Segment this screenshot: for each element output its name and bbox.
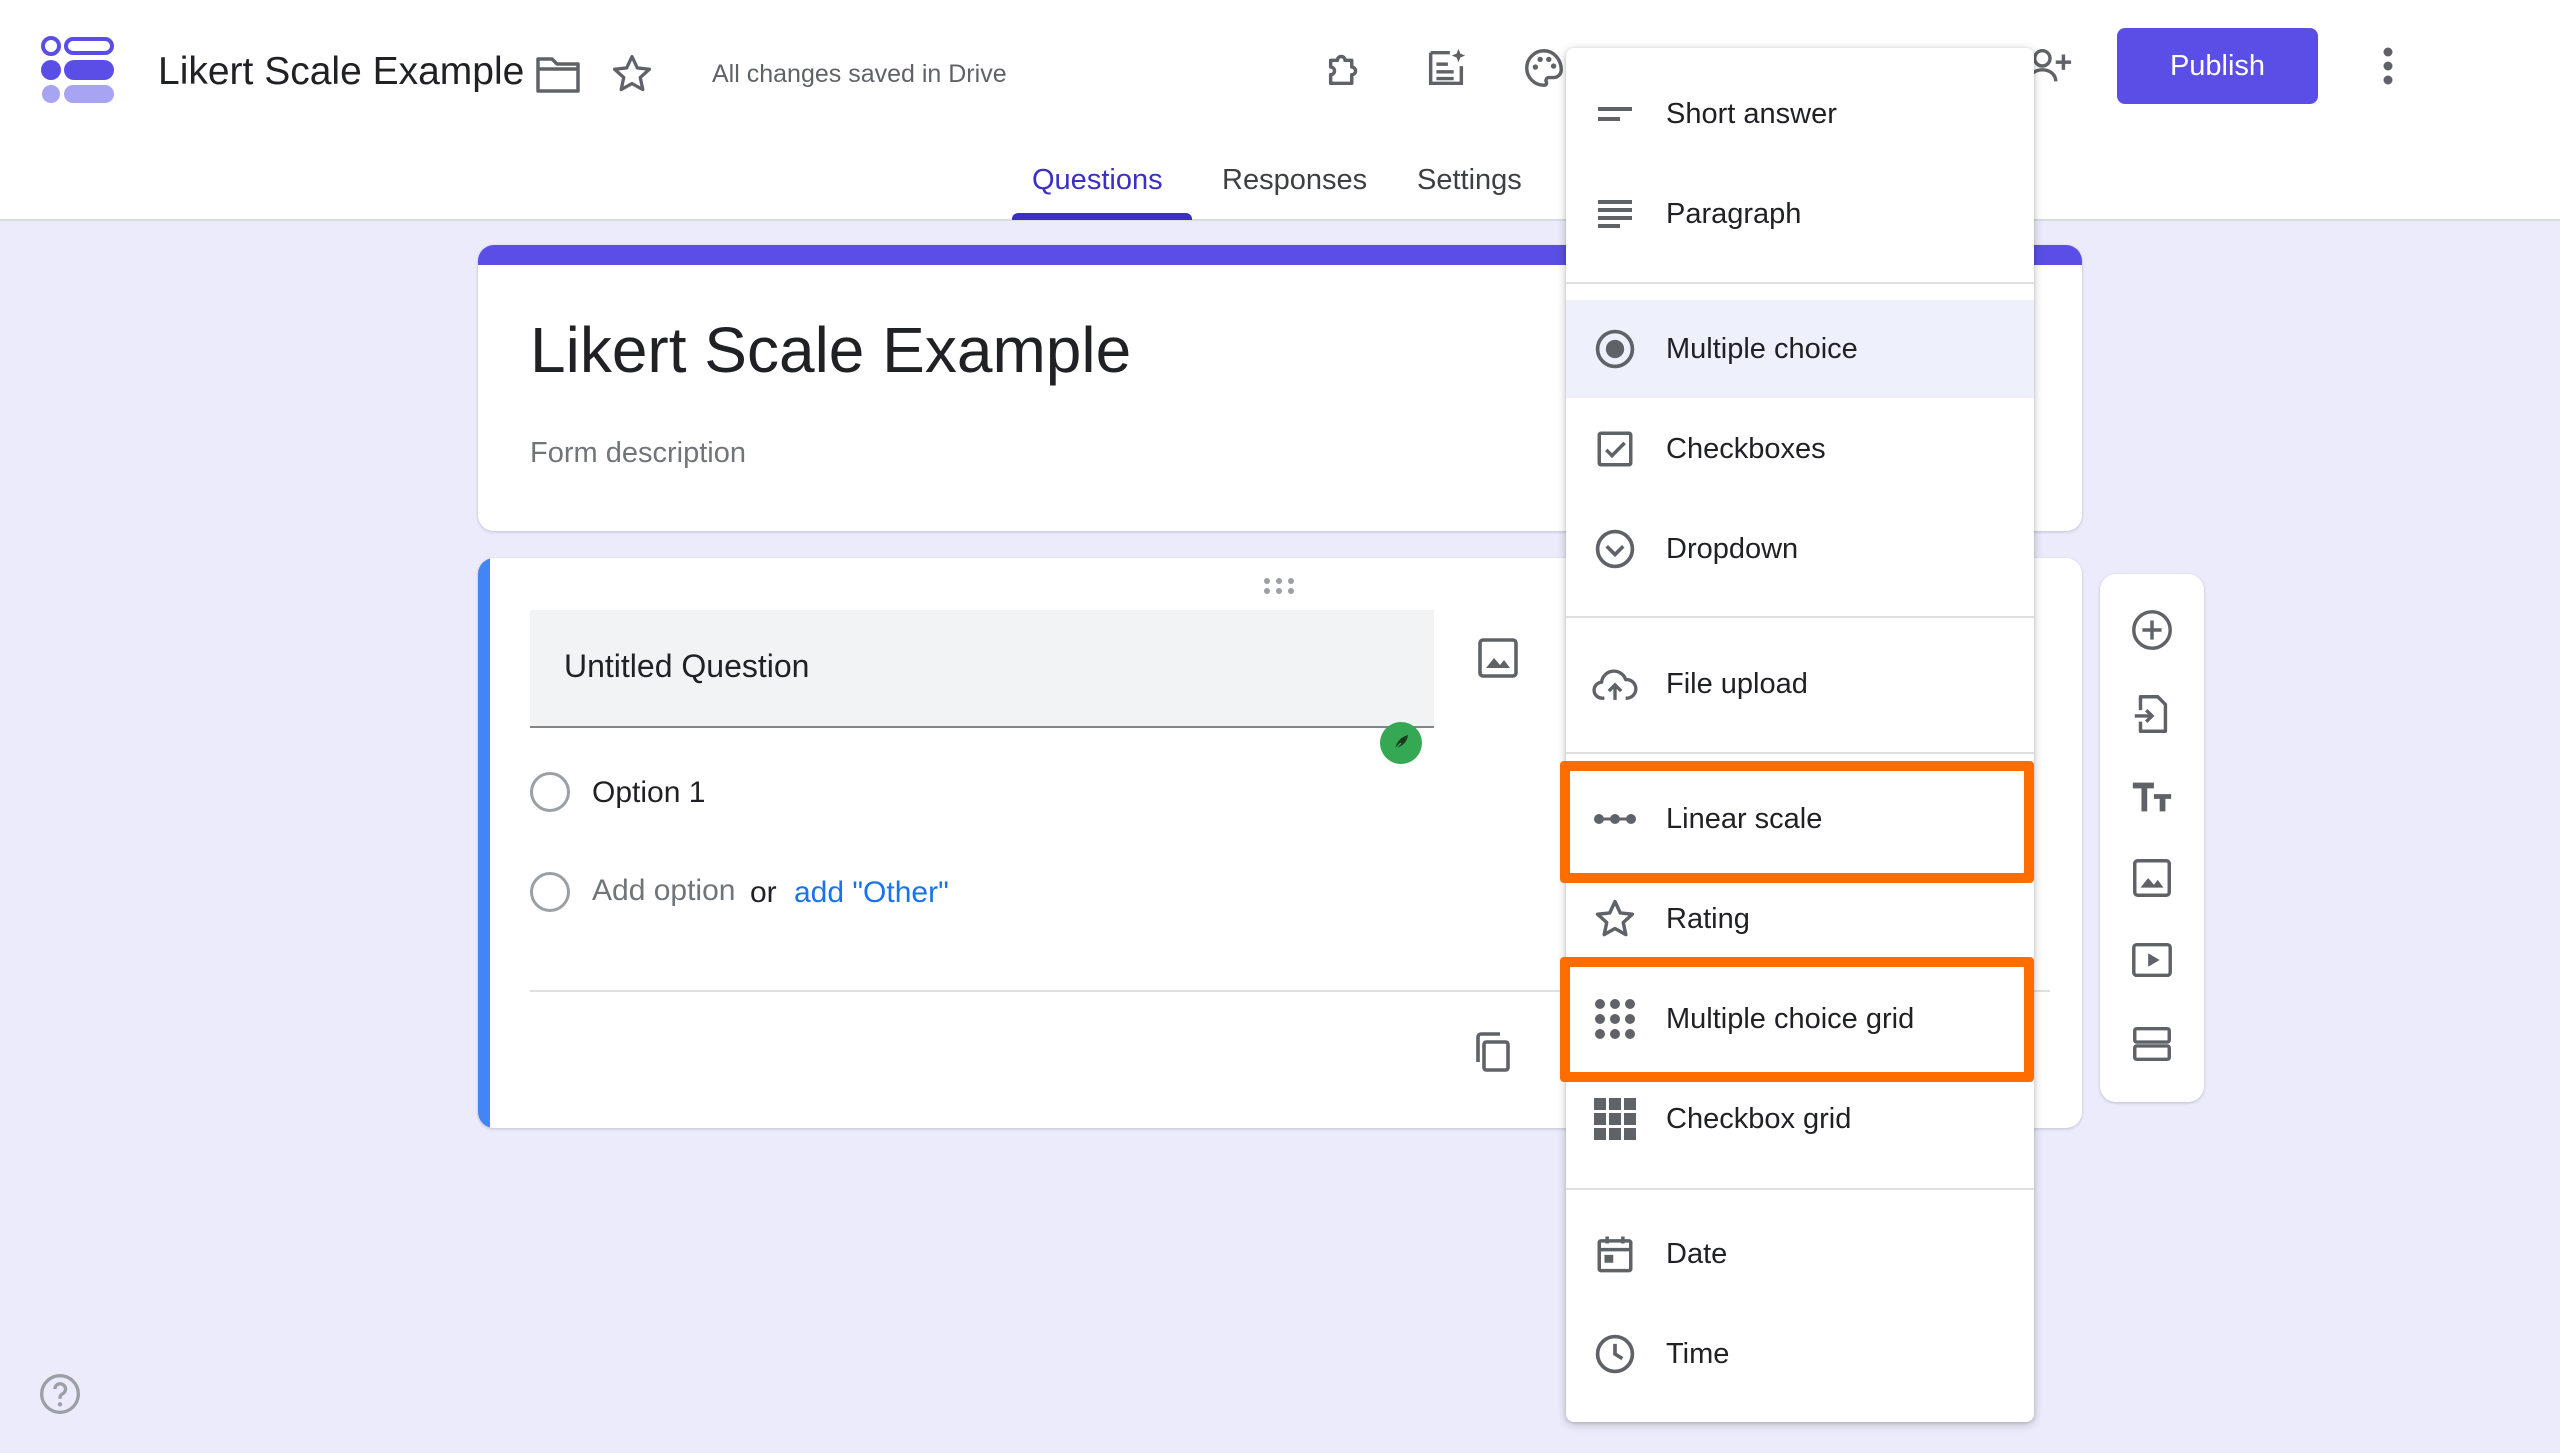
- question-type-menu: Short answer Paragraph Multiple choice C…: [1566, 48, 2034, 1422]
- app-header: Likert Scale Example All changes saved i…: [0, 0, 2560, 221]
- menu-item-dropdown[interactable]: Dropdown: [1566, 500, 2034, 598]
- calendar-icon: [1592, 1231, 1638, 1277]
- add-title-icon: [2129, 773, 2175, 819]
- menu-item-checkboxes[interactable]: Checkboxes: [1566, 400, 2034, 498]
- option-radio: [530, 772, 570, 812]
- menu-item-date[interactable]: Date: [1566, 1205, 2034, 1303]
- active-tab-indicator: [1012, 213, 1192, 220]
- folder-icon[interactable]: [530, 46, 586, 102]
- duplicate-icon[interactable]: [1468, 1028, 1516, 1076]
- save-status: All changes saved in Drive: [712, 60, 1007, 88]
- add-image-icon: [2129, 855, 2175, 901]
- add-video-button[interactable]: [2124, 932, 2180, 988]
- question-title-text: Untitled Question: [564, 648, 810, 684]
- square-grid-icon: [1592, 1096, 1638, 1142]
- menu-item-label: Checkboxes: [1666, 432, 1826, 465]
- add-other-link[interactable]: add "Other": [794, 876, 949, 910]
- add-option-link[interactable]: Add option: [592, 874, 735, 908]
- menu-item-file-upload[interactable]: File upload: [1566, 635, 2034, 733]
- dropdown-circle-icon: [1592, 526, 1638, 572]
- addon-puzzle-icon[interactable]: [1318, 40, 1374, 96]
- star-icon[interactable]: [604, 46, 660, 102]
- grammar-check-icon[interactable]: [1380, 722, 1422, 764]
- help-icon[interactable]: [38, 1372, 82, 1416]
- add-title-button[interactable]: [2124, 768, 2180, 824]
- linear-scale-icon: [1592, 796, 1638, 842]
- menu-item-label: Multiple choice: [1666, 332, 1858, 365]
- menu-item-multiple-choice-grid[interactable]: Multiple choice grid: [1566, 970, 2034, 1068]
- palette-icon[interactable]: [1516, 40, 1572, 96]
- menu-item-label: Multiple choice grid: [1666, 1002, 1915, 1035]
- menu-item-paragraph[interactable]: Paragraph: [1566, 165, 2034, 263]
- clock-icon: [1592, 1331, 1638, 1377]
- forms-logo[interactable]: [40, 36, 116, 104]
- add-image-to-question-icon[interactable]: [1474, 634, 1522, 682]
- short-answer-icon: [1592, 91, 1638, 137]
- menu-item-multiple-choice[interactable]: Multiple choice: [1566, 300, 2034, 398]
- form-title[interactable]: Likert Scale Example: [530, 313, 1131, 387]
- side-toolbar: [2100, 574, 2204, 1102]
- checkbox-icon: [1592, 426, 1638, 472]
- question-title-input[interactable]: Untitled Question: [530, 610, 1434, 764]
- dot-grid-icon: [1592, 996, 1638, 1042]
- menu-item-label: Time: [1666, 1337, 1730, 1370]
- menu-item-label: Linear scale: [1666, 802, 1823, 835]
- menu-item-checkbox-grid[interactable]: Checkbox grid: [1566, 1070, 2034, 1168]
- menu-item-label: Rating: [1666, 902, 1750, 935]
- menu-item-rating[interactable]: Rating: [1566, 870, 2034, 968]
- add-question-icon: [2129, 607, 2175, 653]
- menu-item-label: Paragraph: [1666, 197, 1802, 230]
- option-1-label[interactable]: Option 1: [592, 776, 705, 810]
- or-text: or: [750, 876, 777, 909]
- drag-handle-icon[interactable]: [1262, 576, 1296, 596]
- question-active-accent: [478, 558, 490, 1128]
- menu-item-linear-scale[interactable]: Linear scale: [1566, 770, 2034, 868]
- tab-settings[interactable]: Settings: [1417, 164, 1522, 197]
- add-option-radio: [530, 872, 570, 912]
- menu-item-label: Short answer: [1666, 97, 1837, 130]
- more-vert-icon[interactable]: [2360, 38, 2416, 94]
- menu-item-time[interactable]: Time: [1566, 1305, 2034, 1403]
- add-section-icon: [2129, 1021, 2175, 1067]
- cloud-upload-icon: [1592, 661, 1638, 707]
- menu-item-label: Dropdown: [1666, 532, 1799, 565]
- menu-divider: [1566, 616, 2034, 618]
- radio-button-icon: [1592, 326, 1638, 372]
- publish-button[interactable]: Publish: [2117, 28, 2318, 104]
- ai-sparkle-sheet-icon[interactable]: [1418, 40, 1474, 96]
- tab-questions[interactable]: Questions: [1032, 164, 1163, 197]
- star-outline-icon: [1592, 896, 1638, 942]
- add-image-button[interactable]: [2124, 850, 2180, 906]
- paragraph-icon: [1592, 191, 1638, 237]
- menu-item-short-answer[interactable]: Short answer: [1566, 65, 2034, 163]
- menu-divider: [1566, 752, 2034, 754]
- add-video-icon: [2129, 937, 2175, 983]
- import-questions-button[interactable]: [2124, 686, 2180, 742]
- import-questions-icon: [2129, 691, 2175, 737]
- tab-responses[interactable]: Responses: [1222, 164, 1367, 197]
- document-title[interactable]: Likert Scale Example: [158, 50, 524, 94]
- add-question-button[interactable]: [2124, 602, 2180, 658]
- menu-divider: [1566, 282, 2034, 284]
- add-section-button[interactable]: [2124, 1016, 2180, 1072]
- form-description-field[interactable]: Form description: [530, 437, 746, 470]
- menu-item-label: File upload: [1666, 667, 1808, 700]
- menu-item-label: Checkbox grid: [1666, 1102, 1852, 1135]
- menu-item-label: Date: [1666, 1237, 1728, 1270]
- menu-divider: [1566, 1188, 2034, 1190]
